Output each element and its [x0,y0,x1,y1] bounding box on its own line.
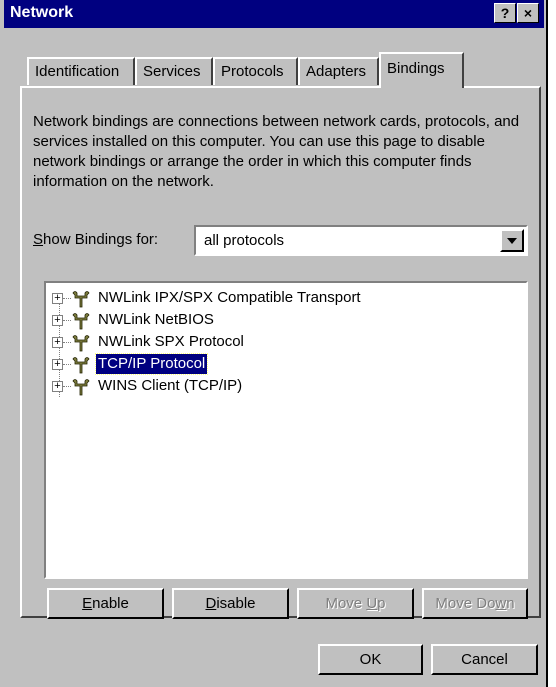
tree-item-label: NWLink SPX Protocol [98,333,244,350]
tree-item-label: NWLink NetBIOS [98,311,214,328]
tab-protocols[interactable]: Protocols [213,57,298,85]
tab-bindings[interactable]: Bindings [379,52,464,88]
chevron-down-icon [507,238,517,244]
protocol-icon [72,357,90,374]
cancel-button[interactable]: Cancel [431,644,538,675]
dropdown-button[interactable] [500,229,524,252]
show-bindings-label: Show Bindings for: [33,231,159,248]
disable-button[interactable]: Disable [172,588,289,619]
tab-services[interactable]: Services [135,57,213,85]
window-title: Network [10,4,74,21]
close-button[interactable]: × [517,3,539,23]
tree-item-label: WINS Client (TCP/IP) [98,377,243,394]
move-down-button[interactable]: Move Down [422,588,528,619]
move-up-button[interactable]: Move Up [297,588,414,619]
show-bindings-select[interactable]: all protocols [194,225,528,256]
enable-button[interactable]: Enable [47,588,164,619]
title-bar[interactable]: Network ? × [4,0,544,28]
protocol-icon [72,335,90,352]
protocol-icon [72,313,90,330]
protocol-icon [72,379,90,396]
tab-identification[interactable]: Identification [27,57,135,85]
ok-button[interactable]: OK [318,644,423,675]
expand-icon[interactable]: + [52,337,63,348]
bindings-tree[interactable]: + NWLink IPX/SPX Compatible Transport + … [44,281,528,579]
tree-item-label: NWLink IPX/SPX Compatible Transport [98,289,361,306]
show-bindings-value: all protocols [204,232,285,249]
bindings-description: Network bindings are connections between… [33,113,520,190]
expand-icon[interactable]: + [52,315,63,326]
expand-icon[interactable]: + [52,293,63,304]
expand-icon[interactable]: + [52,359,63,370]
tree-item-label: TCP/IP Protocol [94,353,209,375]
protocol-icon [72,291,90,308]
expand-icon[interactable]: + [52,381,63,392]
network-dialog: Network ? × Identification Services Prot… [0,0,548,687]
help-button[interactable]: ? [494,3,516,23]
tab-adapters[interactable]: Adapters [298,57,379,85]
